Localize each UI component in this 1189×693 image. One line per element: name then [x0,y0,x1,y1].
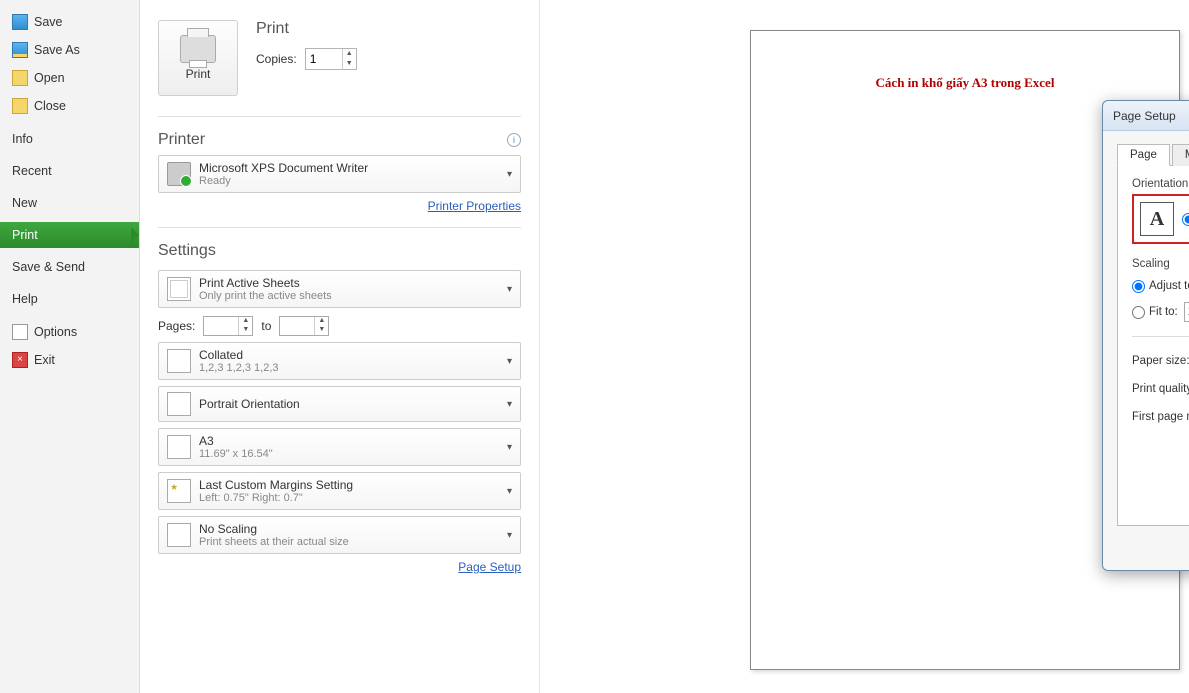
preview-content-text: Cách in khổ giấy A3 trong Excel [751,75,1179,91]
scaling-icon [167,523,191,547]
paper-size-label: Paper size: [1132,355,1189,367]
printer-status-icon [167,162,191,186]
print-quality-label: Print quality: [1132,383,1189,395]
chevron-down-icon: ▾ [507,284,512,295]
printer-status: Ready [199,175,499,187]
page-setup-dialog: Page Setup ? ✕ Page Margins Header/Foote… [1102,100,1189,571]
sidebar-item-help[interactable]: Help [0,286,139,312]
printer-icon [180,35,216,63]
setting-print-area[interactable]: Print Active SheetsOnly print the active… [158,270,521,308]
collate-icon [167,349,191,373]
options-icon [12,324,28,340]
portrait-radio[interactable]: Portrait [1182,213,1189,226]
tab-page[interactable]: Page [1117,144,1170,166]
copies-spinner[interactable]: ▲▼ [305,48,357,70]
pages-label: Pages: [158,319,195,333]
portrait-icon [167,392,191,416]
print-panel: Print Print Copies: ▲▼ Printer i Mic [140,0,540,693]
copies-input[interactable] [306,49,342,69]
print-button-label: Print [186,67,211,81]
tab-margins[interactable]: Margins [1172,144,1189,166]
print-heading: Print [256,20,357,38]
chevron-down-icon: ▾ [507,442,512,453]
pages-from[interactable]: ▲▼ [203,316,253,336]
pages-to[interactable]: ▲▼ [279,316,329,336]
printer-heading: Printer [158,131,205,149]
setting-orientation[interactable]: Portrait Orientation ▾ [158,386,521,422]
chevron-down-icon: ▾ [507,399,512,410]
page-setup-link[interactable]: Page Setup [458,560,521,574]
sidebar-item-save-send[interactable]: Save & Send [0,254,139,280]
save-icon [12,14,28,30]
sidebar-item-close[interactable]: Close [0,92,139,120]
print-preview: Cách in khổ giấy A3 trong Excel Page Set… [540,0,1189,693]
setting-scaling[interactable]: No ScalingPrint sheets at their actual s… [158,516,521,554]
sidebar-item-exit[interactable]: ×Exit [0,346,139,374]
page-icon [167,435,191,459]
spinner-up-icon[interactable]: ▲ [343,49,356,59]
printer-name: Microsoft XPS Document Writer [199,161,499,175]
sidebar-item-recent[interactable]: Recent [0,158,139,184]
close-folder-icon [12,98,28,114]
sidebar-item-open[interactable]: Open [0,64,139,92]
margins-icon [167,479,191,503]
printer-dropdown[interactable]: Microsoft XPS Document Writer Ready ▾ [158,155,521,193]
dialog-title: Page Setup [1113,109,1189,123]
chevron-down-icon: ▾ [507,169,512,180]
sidebar-item-new[interactable]: New [0,190,139,216]
orientation-portrait-box: A Portrait [1132,194,1189,244]
first-page-label: First page number: [1132,411,1189,423]
pages-to-label: to [261,319,271,333]
backstage-sidebar: Save Save As Open Close Info Recent New … [0,0,140,693]
saveas-icon [12,42,28,58]
sheets-icon [167,277,191,301]
sidebar-item-save[interactable]: Save [0,8,139,36]
setting-collate[interactable]: Collated1,2,3 1,2,3 1,2,3 ▾ [158,342,521,380]
info-icon[interactable]: i [507,133,521,147]
orientation-label: Orientation [1132,178,1189,190]
setting-paper-size[interactable]: A311.69" x 16.54" ▾ [158,428,521,466]
chevron-down-icon: ▾ [507,486,512,497]
chevron-down-icon: ▾ [507,530,512,541]
dialog-titlebar[interactable]: Page Setup ? ✕ [1103,101,1189,131]
sidebar-item-saveas[interactable]: Save As [0,36,139,64]
exit-icon: × [12,352,28,368]
fit-to-radio[interactable]: Fit to: [1132,306,1178,319]
adjust-to-radio[interactable]: Adjust to: [1132,280,1189,293]
printer-properties-link[interactable]: Printer Properties [428,199,521,213]
settings-heading: Settings [158,242,521,260]
scaling-label: Scaling [1132,258,1189,270]
portrait-page-icon: A [1140,202,1174,236]
dialog-tabs: Page Margins Header/Footer Sheet [1117,143,1189,166]
copies-label: Copies: [256,52,297,66]
tab-page-pane: Orientation A Portrait A [1117,166,1189,526]
sidebar-item-options[interactable]: Options [0,318,139,346]
sidebar-item-print[interactable]: Print [0,222,139,248]
setting-margins[interactable]: Last Custom Margins SettingLeft: 0.75" R… [158,472,521,510]
print-button[interactable]: Print [158,20,238,96]
fit-wide-spinner[interactable]: ▲▼ [1184,302,1189,322]
chevron-down-icon: ▾ [507,356,512,367]
open-folder-icon [12,70,28,86]
sidebar-item-info[interactable]: Info [0,126,139,152]
spinner-down-icon[interactable]: ▼ [343,59,356,69]
